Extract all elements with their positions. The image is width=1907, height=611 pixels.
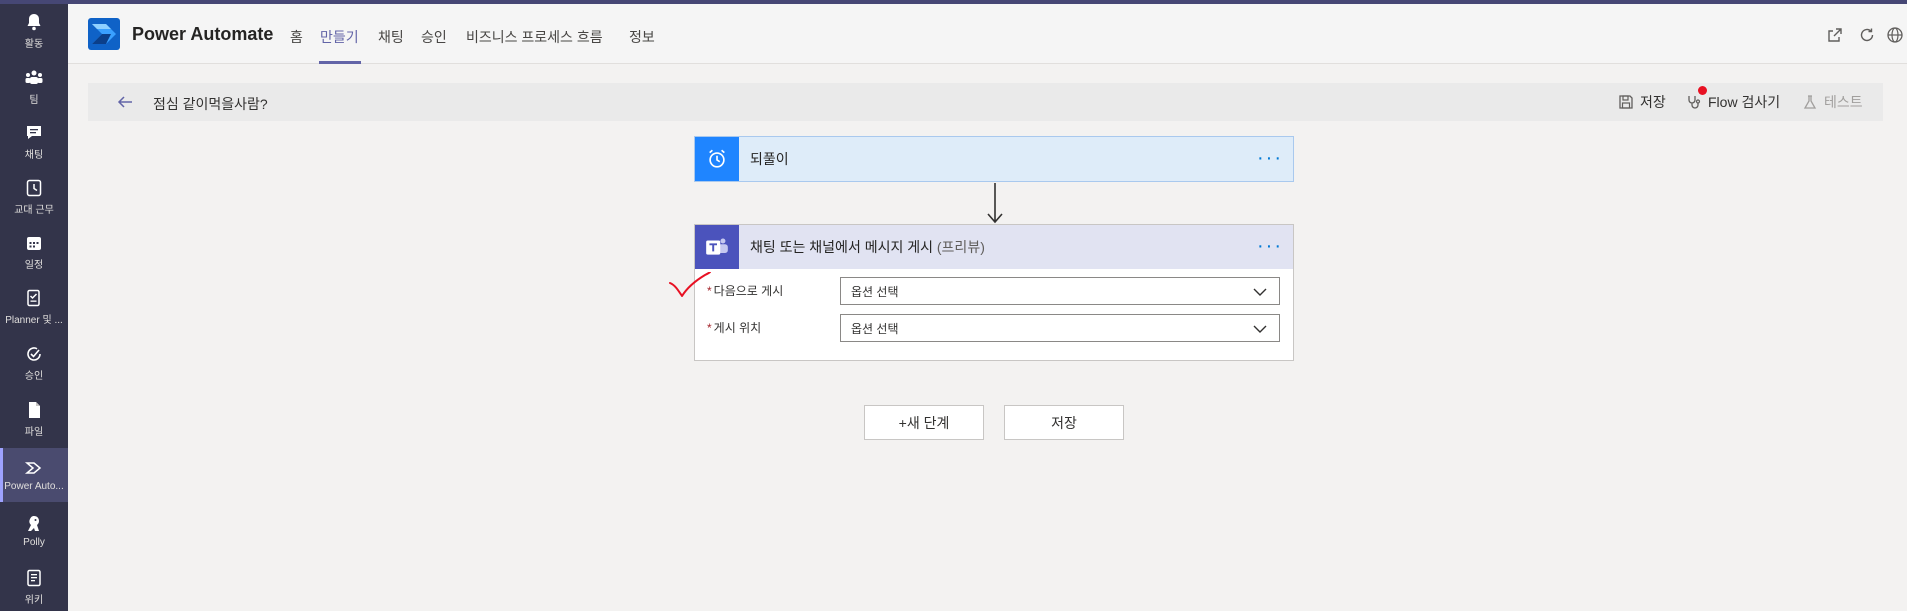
action-title-suffix: (프리뷰): [936, 239, 985, 255]
bell-icon: [27, 14, 41, 31]
post-in-dropdown[interactable]: 옵션 선택: [840, 314, 1280, 342]
rail-item-planner[interactable]: Planner 및 ...: [0, 280, 68, 334]
teams-app-icon: [695, 225, 739, 269]
rail-item-chat[interactable]: 채팅: [0, 115, 68, 169]
action-card-header[interactable]: 채팅 또는 채널에서 메시지 게시 (프리뷰) ···: [695, 225, 1293, 269]
tab-home[interactable]: 홈: [290, 27, 303, 47]
stethoscope-icon: [1688, 96, 1701, 109]
save-command-button[interactable]: 저장: [1618, 92, 1666, 112]
planner-icon: [27, 289, 40, 307]
wiki-icon: [27, 569, 41, 587]
rail-label: 파일: [24, 427, 44, 438]
action-title-text: 채팅 또는 채널에서 메시지 게시: [750, 239, 933, 255]
rail-item-calendar[interactable]: 일정: [0, 225, 68, 279]
shifts-icon: [26, 179, 42, 197]
calendar-icon: [27, 237, 41, 250]
rail-item-wiki[interactable]: 위키: [0, 560, 68, 611]
save-button[interactable]: 저장: [1004, 405, 1124, 440]
chat-icon: [27, 126, 41, 139]
tab-about[interactable]: 정보: [629, 27, 655, 47]
refresh-icon[interactable]: [1858, 26, 1876, 44]
chevron-down-icon: [1253, 288, 1267, 296]
connector-arrow-icon: [987, 183, 1003, 224]
files-icon: [29, 402, 40, 418]
teams-icon: [25, 70, 43, 84]
command-bar: 점심 같이먹을사람? 저장 Flow 검사기 테스트: [88, 83, 1883, 121]
power-automate-icon: [24, 462, 42, 474]
recurrence-icon: [695, 137, 739, 181]
rail-label: 위키: [24, 595, 44, 606]
post-as-value: 옵션 선택: [851, 284, 899, 299]
save-icon: [1619, 95, 1633, 109]
test-label: 테스트: [1824, 94, 1863, 110]
flow-checker-button[interactable]: Flow 검사기: [1686, 92, 1780, 112]
chevron-down-icon: [1253, 325, 1267, 333]
approvals-icon: [27, 347, 41, 361]
rail-label: 팀: [29, 95, 39, 106]
flask-icon: [1803, 95, 1817, 109]
tab-create[interactable]: 만들기: [320, 27, 359, 47]
flow-name: 점심 같이먹을사람?: [153, 96, 268, 112]
rail-label: 활동: [24, 39, 44, 50]
rail-label: Power Auto...: [4, 481, 64, 492]
open-external-icon[interactable]: [1826, 26, 1844, 44]
trigger-more-options-icon[interactable]: ···: [1257, 148, 1283, 168]
rail-label: Planner 및 ...: [5, 315, 63, 326]
rail-label: 승인: [24, 371, 44, 382]
trigger-card[interactable]: 되풀이 ···: [694, 136, 1294, 182]
required-asterisk: *: [707, 321, 712, 335]
app-header: Power Automate 홈 만들기 채팅 승인 비즈니스 프로세스 흐름 …: [68, 4, 1907, 64]
post-as-label: * 다음으로 게시: [707, 282, 783, 299]
post-in-label-text: 게시 위치: [713, 321, 762, 335]
tab-approvals[interactable]: 승인: [421, 27, 447, 47]
rail-label: 교대 근무: [14, 205, 54, 216]
power-automate-logo: [88, 18, 120, 50]
polly-icon: [28, 516, 39, 531]
action-title: 채팅 또는 채널에서 메시지 게시 (프리뷰): [750, 237, 985, 257]
post-in-label: * 게시 위치: [707, 319, 761, 336]
globe-icon[interactable]: [1886, 26, 1904, 44]
trigger-title: 되풀이: [750, 151, 789, 167]
trigger-card-header[interactable]: 되풀이 ···: [695, 137, 1293, 181]
save-command-label: 저장: [1640, 94, 1666, 110]
tab-business-process-flows[interactable]: 비즈니스 프로세스 흐름: [466, 27, 603, 47]
rail-item-teams[interactable]: 팀: [0, 60, 68, 114]
active-tab-indicator: [319, 61, 361, 64]
left-rail: 활동 팀 채팅 교대 근무 일정 Planner 및 ... 승인 파일 Pow…: [0, 4, 68, 611]
tab-chat[interactable]: 채팅: [378, 27, 404, 47]
rail-label: Polly: [23, 537, 45, 548]
app-title: Power Automate: [132, 24, 274, 44]
flow-checker-label: Flow 검사기: [1708, 94, 1781, 110]
rail-label: 일정: [24, 260, 44, 271]
rail-item-shifts[interactable]: 교대 근무: [0, 170, 68, 224]
action-more-options-icon[interactable]: ···: [1257, 236, 1283, 256]
back-arrow-icon[interactable]: [116, 93, 134, 111]
post-as-label-text: 다음으로 게시: [713, 284, 784, 298]
rail-item-activity[interactable]: 활동: [0, 4, 68, 58]
rail-item-files[interactable]: 파일: [0, 392, 68, 446]
test-button[interactable]: 테스트: [1802, 92, 1863, 112]
rail-label: 채팅: [24, 150, 44, 161]
new-step-button[interactable]: +새 단계: [864, 405, 984, 440]
rail-item-polly[interactable]: Polly: [0, 504, 68, 558]
rail-item-approvals[interactable]: 승인: [0, 336, 68, 390]
action-card: 채팅 또는 채널에서 메시지 게시 (프리뷰) ··· * 다음으로 게시 옵션 …: [694, 224, 1294, 361]
red-checkmark-annotation: [669, 272, 711, 297]
checker-notification-dot: [1698, 86, 1707, 95]
post-as-dropdown[interactable]: 옵션 선택: [840, 277, 1280, 305]
rail-item-power-automate[interactable]: Power Auto...: [0, 448, 68, 502]
post-in-value: 옵션 선택: [851, 321, 899, 336]
